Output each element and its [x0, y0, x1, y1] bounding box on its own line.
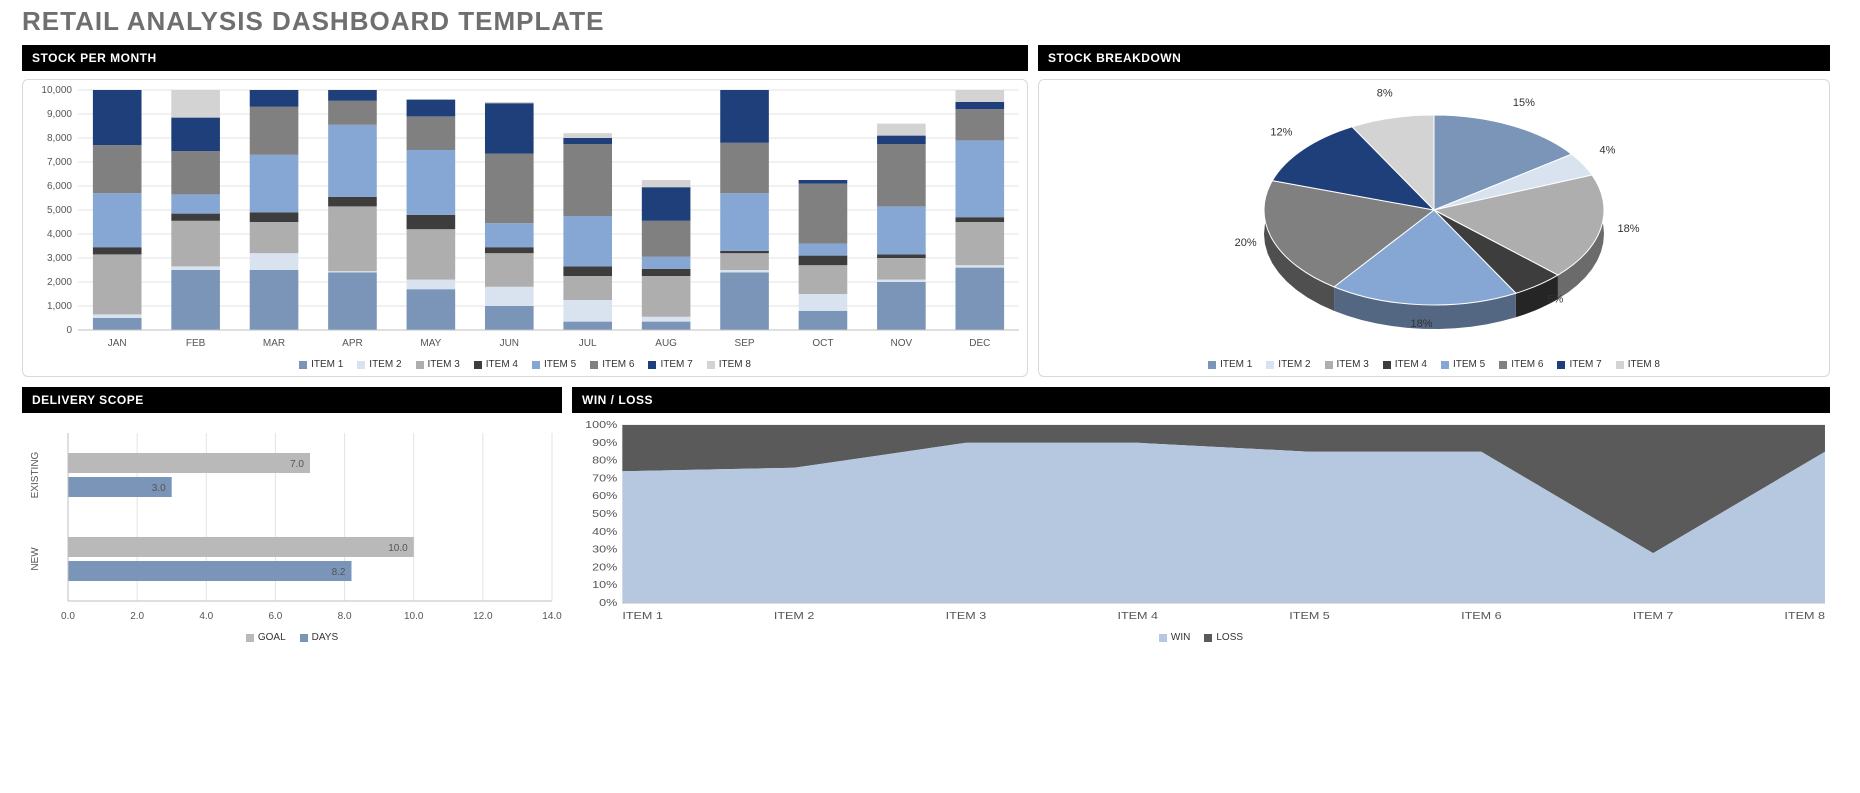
legend-item: ITEM 2	[1266, 359, 1310, 370]
svg-text:5%: 5%	[1547, 293, 1563, 305]
svg-text:15%: 15%	[1513, 97, 1535, 109]
legend-item: LOSS	[1204, 632, 1243, 643]
svg-text:APR: APR	[342, 338, 363, 349]
svg-text:ITEM 6: ITEM 6	[1461, 611, 1502, 622]
svg-text:3.0: 3.0	[152, 483, 166, 494]
svg-text:2,000: 2,000	[47, 277, 72, 288]
legend-item: ITEM 7	[1557, 359, 1601, 370]
svg-text:0%: 0%	[599, 598, 617, 609]
legend-item: ITEM 5	[532, 359, 576, 370]
svg-text:20%: 20%	[592, 562, 617, 573]
svg-text:12%: 12%	[1270, 126, 1292, 138]
svg-text:50%: 50%	[592, 509, 617, 520]
legend-item: ITEM 3	[1325, 359, 1369, 370]
legend-item: ITEM 7	[648, 359, 692, 370]
chart-win-loss: 0% 10% 20% 30% 40% 50% 60% 70% 80% 90% 100% ITEM 1 I…	[572, 419, 1830, 649]
legend-item: ITEM 4	[474, 359, 518, 370]
svg-text:JAN: JAN	[108, 338, 127, 349]
svg-text:ITEM 5: ITEM 5	[1289, 611, 1330, 622]
svg-text:40%: 40%	[592, 527, 617, 538]
legend-item: ITEM 1	[299, 359, 343, 370]
legend-item: ITEM 5	[1441, 359, 1485, 370]
legend-item: DAYS	[300, 632, 339, 643]
legend-stock-breakdown: ITEM 1 ITEM 2 ITEM 3 ITEM 4 ITEM 5 ITEM 6 ITEM…	[1039, 359, 1829, 370]
svg-text:ITEM 7: ITEM 7	[1633, 611, 1674, 622]
legend-item: ITEM 1	[1208, 359, 1252, 370]
legend-delivery-scope: GOAL DAYS	[22, 632, 562, 643]
svg-text:30%: 30%	[592, 545, 617, 556]
chart-stock-per-month: 0 1,000 2,000 3,000 4,000 5,000 6,000 7,000 8,00…	[22, 79, 1028, 377]
svg-text:MAR: MAR	[263, 338, 285, 349]
svg-text:0.0: 0.0	[61, 611, 75, 622]
header-delivery-scope: DELIVERY SCOPE	[22, 387, 562, 413]
header-stock-breakdown: STOCK BREAKDOWN	[1038, 45, 1830, 71]
svg-text:10%: 10%	[592, 580, 617, 591]
svg-text:8,000: 8,000	[47, 133, 72, 144]
svg-text:4.0: 4.0	[199, 611, 213, 622]
legend-stock-per-month: ITEM 1 ITEM 2 ITEM 3 ITEM 4 ITEM 5 ITEM 6 ITEM…	[23, 359, 1027, 370]
svg-text:ITEM 2: ITEM 2	[774, 611, 815, 622]
svg-text:ITEM 4: ITEM 4	[1117, 611, 1158, 622]
svg-text:AUG: AUG	[655, 338, 677, 349]
svg-text:12.0: 12.0	[473, 611, 493, 622]
page-title: RETAIL ANALYSIS DASHBOARD TEMPLATE	[22, 6, 1830, 37]
svg-text:8.0: 8.0	[338, 611, 352, 622]
chart-delivery-scope: 0.0 2.0 4.0 6.0 8.0 10.0 12.0 14.0 EXISTING 7.0 3.…	[22, 419, 562, 649]
legend-item: GOAL	[246, 632, 286, 643]
svg-text:8%: 8%	[1377, 88, 1393, 100]
header-win-loss: WIN / LOSS	[572, 387, 1830, 413]
legend-item: ITEM 3	[416, 359, 460, 370]
svg-text:70%: 70%	[592, 473, 617, 484]
svg-text:DEC: DEC	[969, 338, 990, 349]
legend-item: ITEM 6	[1499, 359, 1543, 370]
svg-text:4,000: 4,000	[47, 229, 72, 240]
svg-text:EXISTING: EXISTING	[30, 451, 41, 498]
svg-text:FEB: FEB	[186, 338, 206, 349]
svg-text:8.2: 8.2	[332, 567, 346, 578]
svg-text:14.0: 14.0	[542, 611, 562, 622]
legend-item: ITEM 4	[1383, 359, 1427, 370]
legend-item: WIN	[1159, 632, 1190, 643]
legend-item: ITEM 8	[1616, 359, 1660, 370]
svg-text:80%: 80%	[592, 456, 617, 467]
svg-text:18%: 18%	[1617, 223, 1639, 235]
svg-text:100%: 100%	[585, 420, 617, 431]
svg-text:NOV: NOV	[891, 338, 913, 349]
svg-text:5,000: 5,000	[47, 205, 72, 216]
svg-text:18%: 18%	[1411, 318, 1433, 330]
svg-text:ITEM 3: ITEM 3	[946, 611, 987, 622]
svg-text:9,000: 9,000	[47, 109, 72, 120]
svg-text:10.0: 10.0	[404, 611, 424, 622]
svg-text:1,000: 1,000	[47, 301, 72, 312]
header-stock-per-month: STOCK PER MONTH	[22, 45, 1028, 71]
svg-text:20%: 20%	[1235, 237, 1257, 249]
svg-text:60%: 60%	[592, 491, 617, 502]
svg-text:4%: 4%	[1600, 145, 1616, 157]
svg-text:OCT: OCT	[812, 338, 833, 349]
svg-text:JUN: JUN	[500, 338, 519, 349]
svg-text:6,000: 6,000	[47, 181, 72, 192]
legend-item: ITEM 2	[357, 359, 401, 370]
svg-text:10,000: 10,000	[41, 85, 72, 96]
svg-text:3,000: 3,000	[47, 253, 72, 264]
legend-win-loss: WIN LOSS	[572, 632, 1830, 643]
legend-item: ITEM 6	[590, 359, 634, 370]
svg-text:NEW: NEW	[30, 547, 41, 571]
chart-stock-breakdown: 15% 4% 18% 5% 18% 20% 12% 8% ITEM 1 ITEM 2 ITEM 3…	[1038, 79, 1830, 377]
svg-text:10.0: 10.0	[388, 543, 408, 554]
svg-text:0: 0	[66, 325, 72, 336]
svg-text:JUL: JUL	[579, 338, 597, 349]
legend-item: ITEM 8	[707, 359, 751, 370]
svg-text:SEP: SEP	[735, 338, 755, 349]
svg-text:ITEM 1: ITEM 1	[622, 611, 663, 622]
svg-text:7,000: 7,000	[47, 157, 72, 168]
svg-text:90%: 90%	[592, 438, 617, 449]
svg-text:2.0: 2.0	[130, 611, 144, 622]
svg-text:MAY: MAY	[420, 338, 441, 349]
svg-text:ITEM 8: ITEM 8	[1784, 611, 1825, 622]
svg-text:6.0: 6.0	[268, 611, 282, 622]
svg-text:7.0: 7.0	[290, 459, 304, 470]
